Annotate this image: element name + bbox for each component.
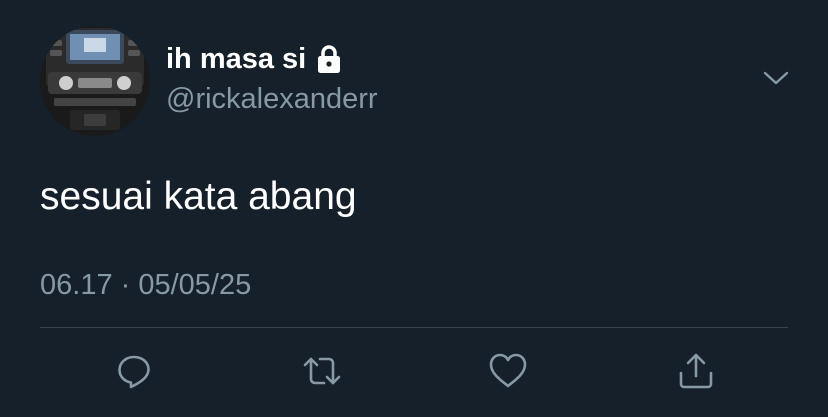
share-icon	[679, 353, 713, 389]
share-button[interactable]	[676, 351, 716, 391]
reply-button[interactable]	[114, 351, 154, 391]
display-name-text: ih masa si	[166, 43, 307, 75]
tweet-timestamp[interactable]: 06.17 · 05/05/25	[40, 268, 251, 302]
retweet-button[interactable]	[302, 351, 342, 391]
chevron-down-icon[interactable]	[762, 68, 790, 88]
lock-icon	[315, 44, 343, 74]
tweet-text: sesuai kata abang	[40, 175, 357, 218]
user-handle[interactable]: @rickalexanderr	[166, 82, 378, 116]
avatar-image	[40, 26, 150, 136]
retweet-icon	[303, 357, 341, 385]
like-button[interactable]	[488, 351, 528, 391]
display-name[interactable]: ih masa si	[166, 42, 343, 76]
reply-icon	[118, 355, 150, 389]
tweet-card: ih masa si @rickalexanderr sesuai kata a…	[0, 0, 828, 417]
avatar[interactable]	[40, 26, 150, 136]
heart-icon	[489, 353, 527, 388]
divider	[40, 327, 788, 328]
